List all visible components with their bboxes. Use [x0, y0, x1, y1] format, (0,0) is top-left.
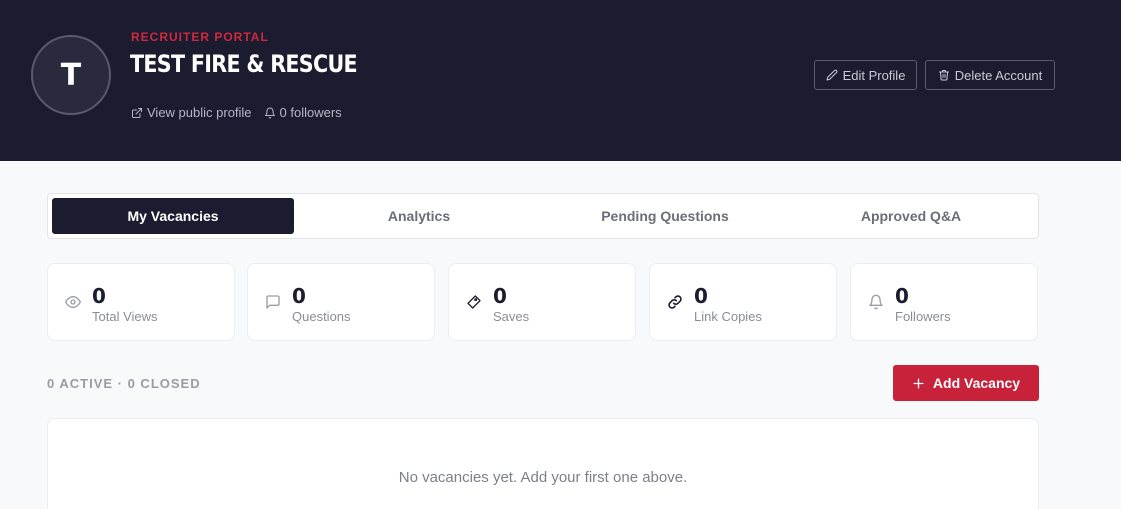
stat-value: 0: [292, 284, 306, 308]
tab-pending-questions[interactable]: Pending Questions: [544, 198, 786, 234]
external-link-icon: [132, 107, 142, 118]
stat-card-total-views: 0 Total Views: [47, 263, 235, 341]
ticket-icon: [467, 295, 481, 309]
pencil-icon: [826, 69, 837, 81]
stat-label: Saves: [493, 309, 530, 324]
stat-card-questions: 0 Questions: [247, 263, 435, 341]
stat-label: Link Copies: [694, 309, 762, 324]
tab-analytics[interactable]: Analytics: [298, 198, 540, 234]
plus-icon: [913, 377, 924, 389]
profile-header: T RECRUITER PORTAL TEST FIRE & RESCUE Vi…: [0, 0, 1121, 161]
stat-value: 0: [694, 284, 708, 308]
edit-profile-button[interactable]: Edit Profile: [814, 60, 917, 90]
dashboard-tabs: My Vacancies Analytics Pending Questions…: [47, 193, 1039, 239]
followers-label: 0 followers: [279, 105, 342, 120]
stat-label: Total Views: [92, 309, 158, 324]
stat-value: 0: [895, 284, 909, 308]
link-icon: [668, 295, 682, 309]
stat-card-link-copies: 0 Link Copies: [649, 263, 837, 341]
stat-value: 0: [92, 284, 106, 308]
vacancy-list-empty: No vacancies yet. Add your first one abo…: [47, 418, 1039, 509]
followers-count: 0 followers: [264, 105, 342, 120]
avatar: T: [31, 35, 111, 115]
bell-icon: [264, 107, 275, 118]
stat-card-followers: 0 Followers: [850, 263, 1038, 341]
stat-label: Followers: [895, 309, 951, 324]
add-vacancy-button[interactable]: Add Vacancy: [893, 365, 1039, 401]
bell-icon: [869, 294, 883, 310]
eye-icon: [65, 296, 81, 308]
tab-my-vacancies[interactable]: My Vacancies: [52, 198, 294, 234]
delete-account-button[interactable]: Delete Account: [925, 60, 1055, 90]
stat-card-saves: 0 Saves: [448, 263, 636, 341]
org-name: TEST FIRE & RESCUE: [130, 50, 358, 78]
tab-approved-qa[interactable]: Approved Q&A: [790, 198, 1032, 234]
portal-label: RECRUITER PORTAL: [131, 30, 269, 44]
message-icon: [266, 295, 280, 309]
stat-value: 0: [493, 284, 507, 308]
vacancy-counts: 0 ACTIVE · 0 CLOSED: [47, 376, 201, 391]
edit-profile-label: Edit Profile: [842, 67, 906, 83]
stat-label: Questions: [292, 309, 351, 324]
empty-state-message: No vacancies yet. Add your first one abo…: [398, 469, 688, 486]
view-public-profile-label: View public profile: [147, 105, 252, 120]
view-public-profile-link[interactable]: View public profile: [131, 105, 252, 120]
add-vacancy-label: Add Vacancy: [932, 375, 1021, 391]
delete-account-label: Delete Account: [954, 67, 1043, 83]
trash-icon: [938, 70, 949, 81]
profile-meta: View public profile 0 followers: [131, 105, 342, 120]
